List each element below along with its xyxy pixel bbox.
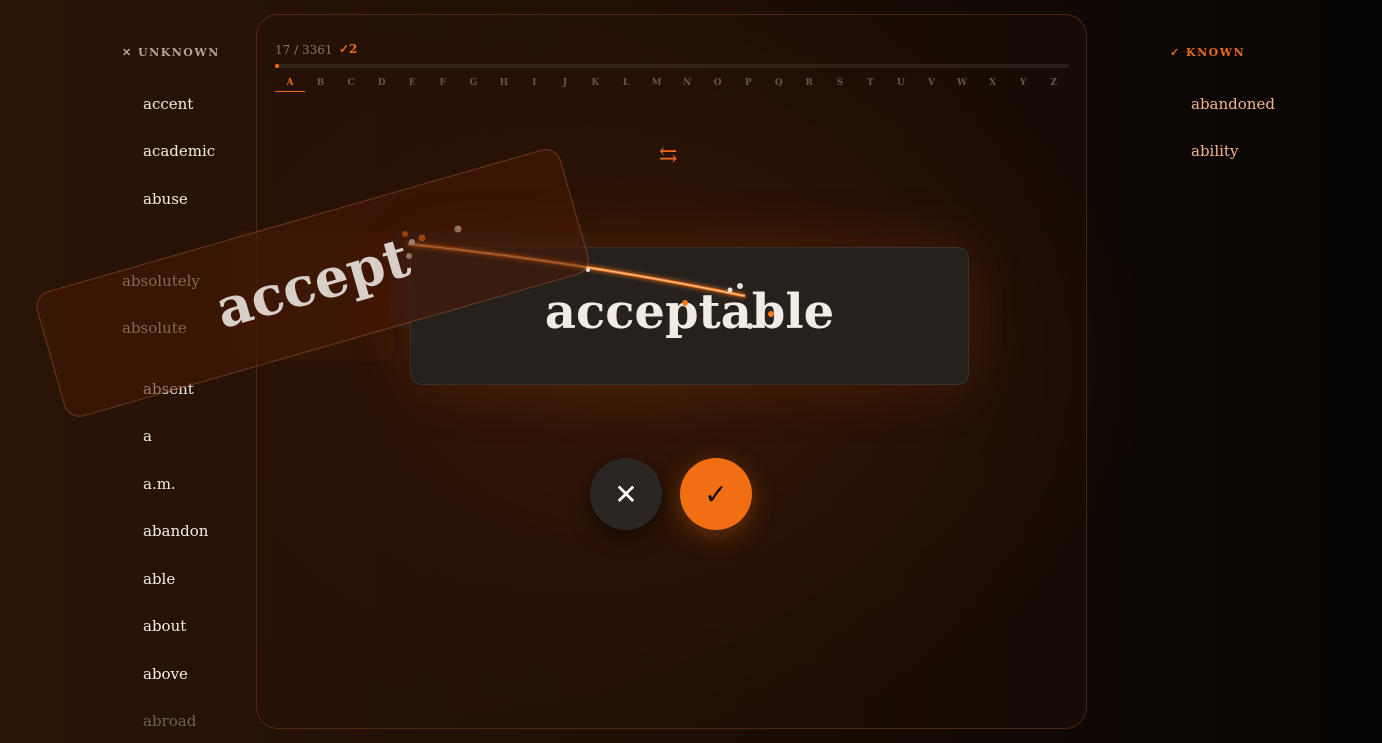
letter-tab-e[interactable]: E (397, 78, 427, 92)
letter-tab-i[interactable]: I (519, 78, 549, 92)
letter-tab-n[interactable]: N (672, 78, 702, 92)
letter-tab-h[interactable]: H (489, 78, 519, 92)
letter-tab-z[interactable]: Z (1039, 78, 1069, 92)
progress-bar (275, 64, 1069, 68)
letter-tab-d[interactable]: D (367, 78, 397, 92)
unknown-word[interactable]: abandon (143, 522, 208, 540)
unknown-word[interactable]: a (143, 427, 152, 445)
letter-tab-o[interactable]: O (703, 78, 733, 92)
letter-tab-j[interactable]: J (550, 78, 580, 92)
unknown-word[interactable]: accent (143, 95, 193, 113)
letter-tab-f[interactable]: F (428, 78, 458, 92)
letter-tab-r[interactable]: R (794, 78, 824, 92)
known-word[interactable]: ability (1191, 142, 1238, 160)
unknown-word[interactable]: abuse (143, 190, 188, 208)
letter-tab-m[interactable]: M (642, 78, 672, 92)
reject-button[interactable]: ✕ (590, 458, 662, 530)
letter-tab-q[interactable]: Q (764, 78, 794, 92)
unknown-word[interactable]: above (143, 665, 188, 683)
letter-tab-x[interactable]: X (978, 78, 1008, 92)
letter-tab-c[interactable]: C (336, 78, 366, 92)
letter-tab-s[interactable]: S (825, 78, 855, 92)
close-icon: ✕ (614, 477, 638, 511)
unknown-word[interactable]: a.m. (143, 475, 176, 493)
known-header: ✓ KNOWN (1170, 46, 1246, 59)
unknown-word[interactable]: abroad (143, 712, 196, 730)
accept-button[interactable]: ✓ (680, 458, 752, 530)
check-icon: ✓ (704, 477, 728, 511)
letter-tab-t[interactable]: T (855, 78, 885, 92)
letter-tab-b[interactable]: B (306, 78, 336, 92)
letter-tab-g[interactable]: G (458, 78, 488, 92)
letter-tab-k[interactable]: K (580, 78, 610, 92)
letter-tab-p[interactable]: P (733, 78, 763, 92)
letter-tab-l[interactable]: L (611, 78, 641, 92)
unknown-header: ✕ UNKNOWN (122, 46, 220, 59)
alphabet-nav: ABCDEFGHIJKLMNOPQRSTUVWXYZ (275, 78, 1069, 92)
letter-tab-v[interactable]: V (916, 78, 946, 92)
unknown-word[interactable]: about (143, 617, 186, 635)
known-word[interactable]: abandoned (1191, 95, 1275, 113)
progress-fill (275, 64, 279, 68)
progress-count: 17 / 3361 (275, 43, 333, 57)
letter-tab-w[interactable]: W (947, 78, 977, 92)
letter-tab-u[interactable]: U (886, 78, 916, 92)
letter-tab-y[interactable]: Y (1008, 78, 1038, 92)
letter-tab-a[interactable]: A (275, 78, 305, 92)
swap-icon[interactable]: ⇆ (659, 145, 677, 167)
unknown-word[interactable]: able (143, 570, 175, 588)
known-count-badge: ✓2 (339, 42, 358, 56)
unknown-word[interactable]: academic (143, 142, 215, 160)
